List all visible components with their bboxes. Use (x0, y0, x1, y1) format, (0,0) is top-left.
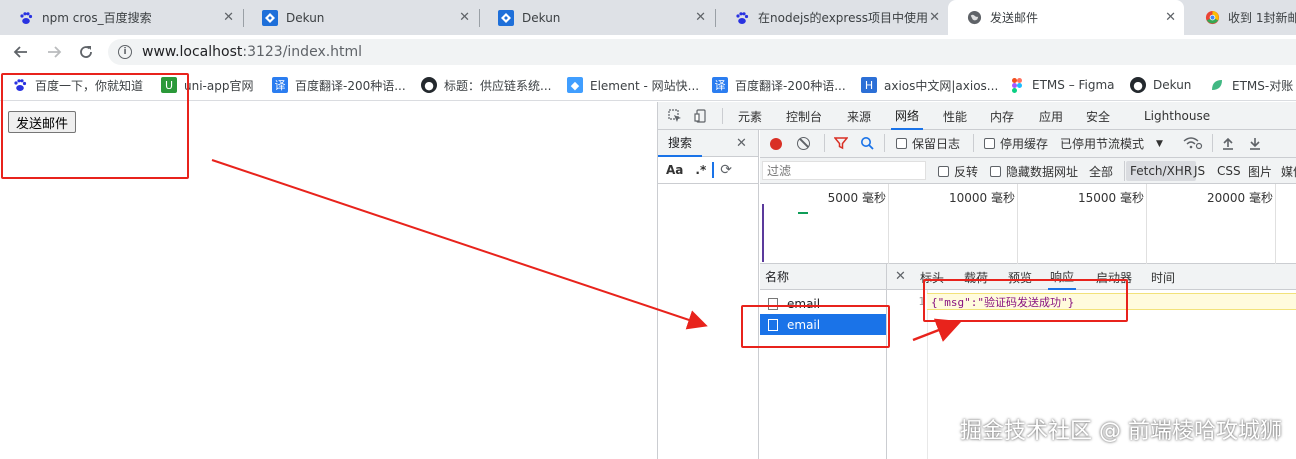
annotation-arrows (211, 159, 962, 342)
watermark: 掘金技术社区 @ 前端棱哈攻城狮 (960, 419, 1282, 444)
arrow-to-request (211, 159, 708, 330)
arrow-to-response (912, 318, 962, 342)
